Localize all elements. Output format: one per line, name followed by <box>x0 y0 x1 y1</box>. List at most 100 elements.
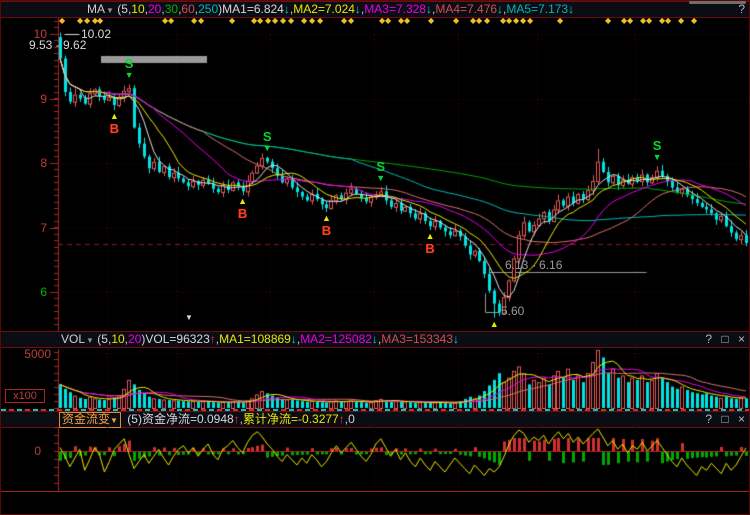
buy-marker: B <box>424 242 436 255</box>
event-diamond-icon: ◆ <box>605 17 611 24</box>
header-text: 60 <box>181 2 194 17</box>
sell-marker: S <box>261 130 273 143</box>
volume-axis-label: 5000 <box>5 347 51 361</box>
ma-dropdown-label: MA <box>87 2 105 16</box>
sell-marker: S <box>375 160 387 173</box>
header-text: 20 <box>128 332 141 347</box>
event-diamond-icon: ◆ <box>229 17 235 24</box>
main-indicator-header: MA▼ (5,10,20,30,60,250) MA1=6.824 ↓ ,MA2… <box>1 1 750 18</box>
header-text: MA3=7.328 <box>364 2 426 17</box>
price-annotation: 5.60 <box>501 304 524 318</box>
header-text: ,0 <box>345 412 355 427</box>
help-icon[interactable]: ? <box>738 2 745 17</box>
stock-chart-window: MA▼ (5,10,20,30,60,250) MA1=6.824 ↓ ,MA2… <box>0 0 750 515</box>
close-icon[interactable]: × <box>738 332 745 347</box>
price-annotation: 6.13 - 6.16 <box>505 258 562 272</box>
event-diamond-icon: ◆ <box>97 17 103 24</box>
header-text: VOL=96323 <box>145 332 209 347</box>
buy-arrow-icon: ▲ <box>320 214 332 223</box>
moneyflow-values-text: (5) 资金净流=0.0948 ↑ ,累计净流=-0.3277 ↑ ,0 <box>127 412 354 426</box>
y-axis-label: 7 <box>1 221 47 235</box>
sell-arrow-icon: ▼ <box>375 174 387 183</box>
header-text: 30 <box>165 2 178 17</box>
volume-indicator-header: VOL▼ (5,10,20) VOL=96323 ↑ ,MA1=108869 ↓… <box>1 331 750 348</box>
header-text: MA4=7.476 <box>435 2 497 17</box>
moneyflow-chart-canvas[interactable] <box>1 427 750 491</box>
event-diamond-icon: ◆ <box>385 17 391 24</box>
y-axis-label: 9 <box>1 92 47 106</box>
event-diamond-icon: ◆ <box>476 17 482 24</box>
y-axis-label: 6 <box>1 285 47 299</box>
header-text: 20 <box>148 2 161 17</box>
ma-values-text: (5,10,20,30,60,250) MA1=6.824 ↓ ,MA2=7.0… <box>117 2 574 16</box>
event-diamond-icon: ◆ <box>265 17 271 24</box>
header-text: (5) <box>127 412 142 427</box>
header-text: MA3=153343 <box>381 332 453 347</box>
event-diamond-icon: ◆ <box>77 17 83 24</box>
header-text: MA2=125082 <box>300 332 372 347</box>
header-text: MA2=7.024 <box>293 2 355 17</box>
header-text: MA1=108869 <box>219 332 291 347</box>
event-diamond-icon: ◆ <box>280 17 286 24</box>
event-diamond-icon: ◆ <box>404 17 410 24</box>
buy-marker: B <box>237 207 249 220</box>
ma-indicator-dropdown[interactable]: MA▼ <box>87 2 114 16</box>
time-axis-bar: 日线 ▼ 2018/5 ∨ 6789101112 <box>1 491 750 515</box>
event-diamond-icon: ◆ <box>527 17 533 24</box>
header-text: 累计净流=-0.3277 <box>243 412 339 427</box>
moneyflow-indicator-dropdown[interactable]: 资金流变▼ <box>59 412 121 428</box>
buy-marker: B <box>108 122 120 135</box>
event-diamond-icon: ◆ <box>309 17 315 24</box>
header-text: 10 <box>111 332 124 347</box>
sell-marker: S <box>651 139 663 152</box>
event-diamond-icon: ◆ <box>341 17 347 24</box>
event-diamond-icon: ◆ <box>317 17 323 24</box>
window-chrome-bar <box>689 1 746 4</box>
chevron-down-icon: ▼ <box>110 416 118 425</box>
chevron-down-icon: ▼ <box>106 6 114 15</box>
moneyflow-dropdown-label: 资金流变 <box>62 412 110 426</box>
buy-arrow-icon: ▲ <box>424 232 436 241</box>
buy-marker: B <box>320 224 332 237</box>
event-diamond-icon: ◆ <box>484 17 490 24</box>
event-diamond-icon: ◆ <box>301 17 307 24</box>
header-text: MA1=6.824 <box>222 2 284 17</box>
moneyflow-axis-label: 0 <box>0 444 41 458</box>
vol-dropdown-label: VOL <box>61 332 85 346</box>
event-diamond-icon: ◆ <box>627 17 633 24</box>
sell-arrow-icon: ▼ <box>651 153 663 162</box>
event-diamond-icon: ◆ <box>191 17 197 24</box>
event-diamond-icon: ◆ <box>198 17 204 24</box>
volume-chart-canvas[interactable] <box>1 349 750 409</box>
event-diamond-icon: ◆ <box>557 17 563 24</box>
event-diamond-icon: ◆ <box>59 17 65 24</box>
event-diamond-icon: ◆ <box>646 17 652 24</box>
event-diamond-icon: ◆ <box>520 17 526 24</box>
event-diamond-icon: ◆ <box>168 17 174 24</box>
buy-arrow-icon: ▲ <box>488 320 500 329</box>
header-text: 5 <box>121 2 128 17</box>
event-diamond-icon: ◆ <box>257 17 263 24</box>
event-diamond-icon: ◆ <box>272 17 278 24</box>
header-text: 资金净流=0.0948 <box>142 412 234 427</box>
vol-indicator-dropdown[interactable]: VOL▼ <box>61 332 94 346</box>
maximize-icon[interactable]: □ <box>721 412 728 427</box>
event-diamond-icon: ◆ <box>691 17 697 24</box>
maximize-icon[interactable]: □ <box>721 332 728 347</box>
header-text: ↓ <box>568 2 574 17</box>
scroll-position-marker-icon: ▼ <box>185 313 193 322</box>
close-icon[interactable]: × <box>738 412 745 427</box>
buy-arrow-icon: ▲ <box>108 112 120 121</box>
chevron-down-icon: ▼ <box>86 336 94 345</box>
header-text: 5 <box>101 332 108 347</box>
help-icon[interactable]: ? <box>705 332 712 347</box>
vol-values-text: (5,10,20) VOL=96323 ↑ ,MA1=108869 ↓ ,MA2… <box>97 332 459 346</box>
sell-arrow-icon: ▼ <box>261 144 273 153</box>
buy-arrow-icon: ▲ <box>237 197 249 206</box>
header-text: 10 <box>131 2 144 17</box>
event-diamond-icon: ◆ <box>288 17 294 24</box>
header-text: ↓ <box>453 332 459 347</box>
event-diamond-icon: ◆ <box>665 17 671 24</box>
event-diamond-icon: ◆ <box>348 17 354 24</box>
help-icon[interactable]: ? <box>705 412 712 427</box>
